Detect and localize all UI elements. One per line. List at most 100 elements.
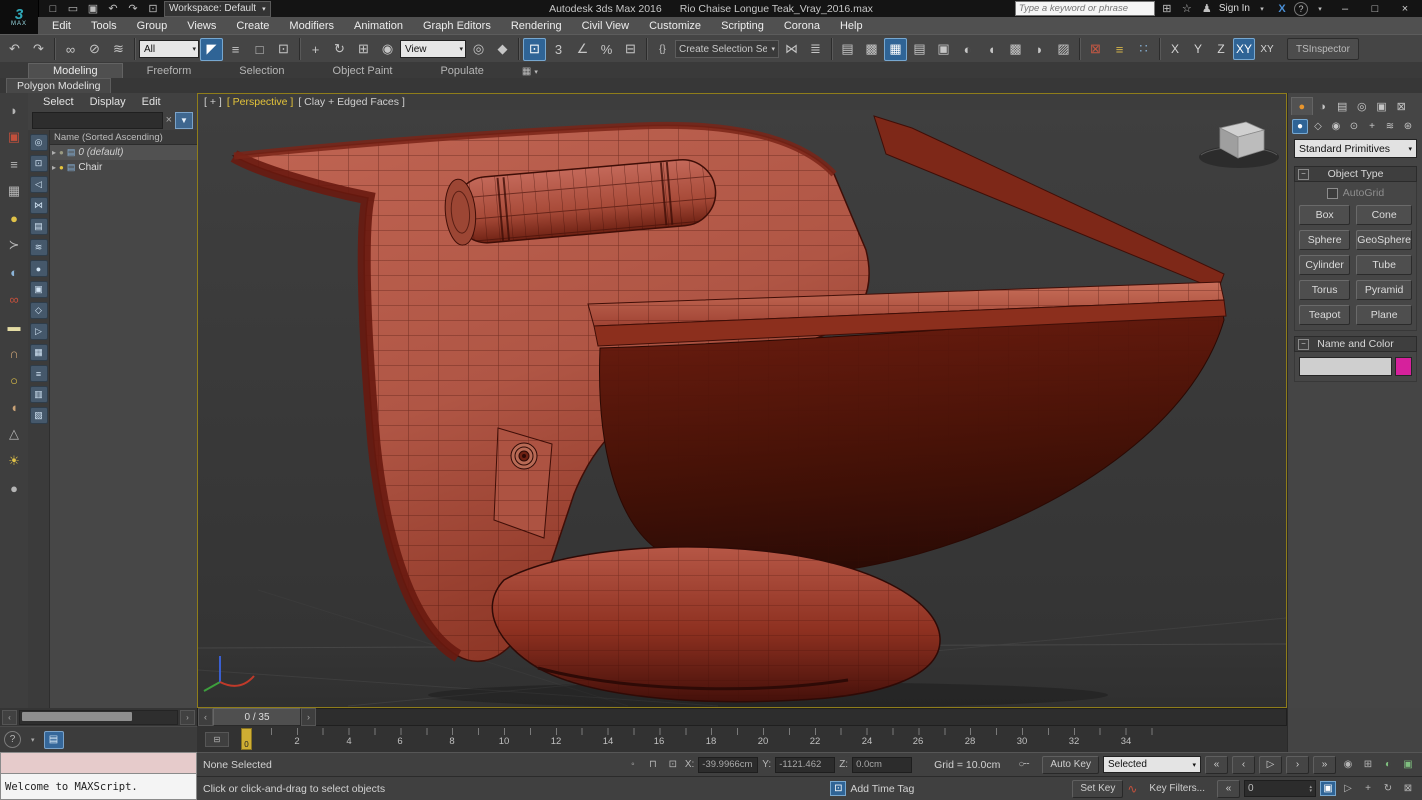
explorer-menu-edit[interactable]: Edit	[135, 96, 168, 108]
zoom-extents-icon[interactable]: ◐	[1380, 757, 1396, 772]
current-frame-field[interactable]: 0 ▴ ▾	[1244, 780, 1316, 797]
search-browse-icon[interactable]: ⊞	[1159, 2, 1175, 16]
select-object-icon[interactable]: ◤	[200, 37, 223, 61]
cameras-icon[interactable]: ⊙	[1346, 119, 1362, 134]
render-in-cloud-icon[interactable]: ⊠	[1084, 38, 1107, 61]
display-xrefs-icon[interactable]: ◇	[29, 302, 48, 319]
clear-search-icon[interactable]: ×	[166, 114, 172, 126]
space-warps-icon[interactable]: ≋	[1382, 119, 1398, 134]
select-and-place-icon[interactable]: ◉	[376, 38, 399, 61]
lightbulb-icon[interactable]: ●	[4, 209, 24, 227]
geosphere-button[interactable]: GeoSphere	[1356, 230, 1412, 250]
max-logo[interactable]: 3 MAX	[0, 0, 39, 34]
display-groups-icon[interactable]: ▣	[29, 281, 48, 298]
exchange-apps-icon[interactable]: X	[1274, 2, 1290, 16]
select-and-manipulate-icon[interactable]: ◆	[491, 38, 514, 61]
name-color-rollout-header[interactable]: − Name and Color	[1294, 336, 1417, 352]
teapot-icon[interactable]: ◗	[4, 101, 24, 119]
ribbon-tab-modeling[interactable]: Modeling	[28, 63, 123, 78]
redo-icon[interactable]: ↷	[27, 38, 50, 61]
explorer-menu-select[interactable]: Select	[36, 96, 81, 108]
sign-in-chevron-icon[interactable]: ▾	[1254, 2, 1270, 16]
tab-utilities[interactable]: ⊠	[1391, 98, 1411, 115]
rendered-frame-window-icon[interactable]: ▩	[1004, 38, 1027, 61]
previous-frame-button[interactable]: ‹	[198, 708, 213, 726]
primitive-category-dropdown[interactable]: Standard Primitives ▾	[1294, 139, 1417, 158]
display-cameras-icon[interactable]: ▤	[29, 218, 48, 235]
layer-manager-icon[interactable]: ▤	[836, 38, 859, 61]
next-frame-button[interactable]: ›	[1286, 755, 1309, 774]
display-bones-icon[interactable]: ▷	[29, 323, 48, 340]
scene-search-input[interactable]	[32, 111, 163, 129]
search-input[interactable]	[1014, 1, 1155, 16]
sort-icon[interactable]: ▥	[29, 386, 48, 403]
expand-triangle-icon[interactable]: ▸	[52, 163, 56, 172]
menu-civil-view[interactable]: Civil View	[572, 17, 639, 34]
previous-frame-button[interactable]: ‹	[1232, 755, 1255, 774]
track-bar[interactable]: ⊟ 0 2 4 6 8 10 12 14 16 18 20 22 24 26 2…	[197, 726, 1287, 753]
open-file-icon[interactable]: ▭	[64, 2, 82, 16]
workspace-layers-icon[interactable]: ▤	[43, 730, 64, 749]
snaps-toggle-3d-icon[interactable]: 3	[547, 38, 570, 61]
hidden-bulb-icon[interactable]: ●	[59, 148, 64, 157]
select-and-link-icon[interactable]: ∞	[59, 38, 82, 61]
tab-hierarchy[interactable]: ▤	[1332, 98, 1352, 115]
bind-to-space-warp-icon[interactable]: ≋	[107, 38, 130, 61]
scrollbar-track[interactable]	[19, 709, 178, 725]
scroll-right-icon[interactable]: ›	[180, 709, 195, 725]
display-all-icon[interactable]: ◎	[29, 134, 48, 151]
autogrid-checkbox[interactable]	[1326, 187, 1338, 199]
set-key-button[interactable]: Set Key	[1072, 779, 1124, 798]
curve-editor-icon[interactable]: ▤	[908, 38, 931, 61]
percent-snap-icon[interactable]: %	[595, 38, 618, 61]
isolate-selection-icon[interactable]: ⊡	[830, 781, 847, 796]
torus-button[interactable]: Torus	[1299, 280, 1351, 300]
keyboard-shortcut-override-icon[interactable]: ⊡	[523, 37, 546, 61]
lights-icon[interactable]: ◉	[1328, 119, 1344, 134]
current-frame-marker[interactable]: 0	[241, 728, 252, 750]
axis-constraint-plane-button[interactable]: XY	[1256, 38, 1278, 60]
zoom-extents-all-icon[interactable]: ▣	[1400, 757, 1416, 772]
undo-icon[interactable]: ↶	[3, 38, 26, 61]
display-spacewarps-icon[interactable]: ●	[29, 260, 48, 277]
save-file-icon[interactable]: ▣	[84, 2, 102, 16]
play-button[interactable]: ▷	[1259, 755, 1282, 774]
frame-spinner[interactable]: ▴ ▾	[1309, 784, 1312, 793]
display-geometry-icon[interactable]: ⊡	[29, 155, 48, 172]
box-button[interactable]: Box	[1299, 205, 1351, 225]
key-mode-toggle-icon[interactable]: ◉	[1340, 757, 1356, 772]
select-and-scale-icon[interactable]: ⊞	[352, 38, 375, 61]
orbit-icon[interactable]: ↻	[1380, 781, 1396, 796]
menu-animation[interactable]: Animation	[344, 17, 413, 34]
sign-in-link[interactable]: Sign In	[1219, 3, 1250, 14]
cone-icon[interactable]: △	[4, 425, 24, 443]
chevron-down-icon[interactable]: ▾	[31, 736, 35, 744]
display-materials-icon[interactable]: ≡	[29, 365, 48, 382]
time-slider-handle[interactable]: 0 / 35	[213, 708, 301, 726]
display-helpers-icon[interactable]: ≋	[29, 239, 48, 256]
close-button[interactable]: ×	[1392, 1, 1418, 16]
schematic-view-icon[interactable]: ▣	[932, 38, 955, 61]
menu-graph-editors[interactable]: Graph Editors	[413, 17, 501, 34]
auto-key-button[interactable]: Auto Key	[1042, 755, 1099, 774]
key-mode-dropdown[interactable]: Selected ▾	[1103, 756, 1201, 773]
shapes-icon[interactable]: ◇	[1310, 119, 1326, 134]
time-configuration-icon[interactable]: ⊞	[1360, 757, 1376, 772]
menu-help[interactable]: Help	[830, 17, 873, 34]
maxscript-mini-listener-output[interactable]: Welcome to MAXScript.	[0, 774, 197, 800]
explorer-horizontal-scrollbar[interactable]: ‹ ›	[0, 708, 197, 726]
canvas-icon[interactable]: ▬	[4, 317, 24, 335]
select-by-name-icon[interactable]: ≡	[224, 38, 247, 61]
pyramid-button[interactable]: Pyramid	[1356, 280, 1412, 300]
rectangular-selection-region-icon[interactable]: □	[248, 38, 271, 61]
spinner-down-icon[interactable]: ▾	[1309, 788, 1312, 793]
menu-create[interactable]: Create	[226, 17, 279, 34]
minimize-button[interactable]: –	[1332, 1, 1358, 16]
menu-group[interactable]: Group	[127, 17, 178, 34]
go-to-end-button[interactable]: »	[1313, 755, 1336, 774]
lighting-analysis-icon[interactable]: ≡	[1108, 38, 1131, 61]
add-time-tag[interactable]: Add Time Tag	[850, 783, 914, 795]
new-file-icon[interactable]: □	[44, 2, 62, 16]
help-icon[interactable]: ?	[1294, 1, 1308, 16]
graphite-ribbon-toggle-icon[interactable]: ▦	[884, 37, 907, 61]
